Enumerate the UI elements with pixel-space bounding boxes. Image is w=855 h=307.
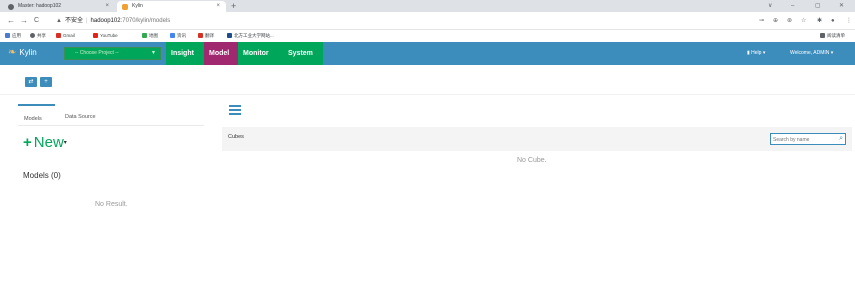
news-icon [170, 33, 175, 38]
security-label: 不安全 [64, 18, 83, 24]
bookmark-share[interactable]: 共享 [30, 30, 46, 42]
maps-icon [142, 33, 147, 38]
help-label: Help ▾ [751, 50, 766, 56]
gmail-icon [56, 33, 61, 38]
reading-list[interactable]: 阅读清单 [820, 30, 845, 42]
menu-icon[interactable]: ⋮ [846, 16, 852, 26]
browser-tab-master[interactable]: Master: hadoop102 × [3, 1, 115, 12]
book-icon: ▮ [747, 50, 750, 56]
forward-button[interactable]: → [20, 15, 28, 27]
share-icon[interactable]: ⊛ [787, 16, 792, 26]
app-header: ❧ Kylin -- Choose Project -- ▼ Insight Mo… [0, 42, 855, 65]
bookmark-apps[interactable]: 应用 [5, 30, 21, 42]
address-port: :7070 [120, 18, 136, 24]
reload-button[interactable]: C [34, 15, 39, 27]
close-icon[interactable]: × [216, 1, 220, 12]
reading-list-label: 阅读清单 [827, 33, 845, 38]
globe-icon [30, 33, 35, 38]
bookmarks-bar: 应用 共享 Gmail YouTube 地图 资讯 翻译 北方工业大学网站...… [0, 30, 855, 42]
key-icon[interactable]: ⊸ [759, 16, 764, 26]
sub-toolbar: ⇄ + [0, 65, 855, 95]
back-button[interactable]: ← [7, 15, 15, 27]
close-icon[interactable]: × [105, 1, 109, 12]
bookmark-university[interactable]: 北方工业大学网站... [227, 30, 274, 42]
apps-icon [5, 33, 10, 38]
user-menu[interactable]: Welcome, ADMIN ▾ [790, 42, 833, 65]
tab-label: Kylin [132, 3, 143, 9]
close-window-button[interactable]: ✕ [839, 0, 844, 12]
new-label: New [33, 134, 64, 151]
nav-insight[interactable]: Insight [166, 42, 204, 65]
cubes-empty-message: No Cube. [517, 157, 547, 164]
address-path: /kylin/models [135, 18, 171, 24]
warning-icon: ▲ [56, 18, 62, 24]
add-button[interactable]: + [40, 77, 52, 87]
new-button[interactable]: + New▾ [23, 134, 67, 152]
zoom-icon[interactable]: ⊕ [773, 16, 778, 26]
bookmark-label: 地图 [149, 33, 158, 38]
models-empty-message: No Result. [95, 201, 128, 208]
project-select-value: -- Choose Project -- [75, 50, 119, 56]
nav-monitor[interactable]: Monitor [238, 42, 283, 65]
profile-icon[interactable]: ● [831, 16, 835, 26]
bookmark-label: 资讯 [177, 33, 186, 38]
nav-model[interactable]: Model [204, 42, 238, 65]
bookmark-label: 北方工业大学网站... [234, 33, 274, 38]
address-bar[interactable]: ▲ 不安全 | hadoop102:7070/kylin/models [56, 15, 746, 27]
chevron-down-icon: ▼ [151, 50, 156, 56]
translate-icon [198, 33, 203, 38]
bookmark-youtube[interactable]: YouTube [93, 30, 118, 42]
bookmark-label: Gmail [63, 33, 75, 38]
plus-icon: + [23, 134, 32, 151]
models-count: Models (0) [23, 171, 61, 180]
logo-text: Kylin [19, 48, 37, 57]
nav-system[interactable]: System [283, 42, 323, 65]
address-host: hadoop102 [90, 18, 121, 24]
bookmark-translate[interactable]: 翻译 [198, 30, 214, 42]
extensions-icon[interactable]: ✱ [817, 16, 822, 26]
browser-tabstrip: Master: hadoop102 × Kylin × + ∨ – ▢ ✕ [0, 0, 855, 12]
bookmark-label: YouTube [100, 33, 118, 38]
kylin-favicon-icon [122, 4, 128, 10]
new-tab-button[interactable]: + [231, 0, 236, 12]
bookmark-label: 共享 [37, 33, 46, 38]
share-icon: ⇄ [28, 79, 34, 85]
tab-label: Master: hadoop102 [18, 3, 62, 9]
hamburger-menu-icon[interactable] [229, 105, 241, 115]
star-icon[interactable]: ☆ [801, 16, 806, 26]
share-button[interactable]: ⇄ [25, 77, 37, 87]
plus-icon: + [44, 79, 48, 85]
left-tabs: Models Data Source [18, 104, 204, 126]
cubes-title: Cubes [228, 134, 244, 140]
browser-tab-kylin[interactable]: Kylin × [117, 1, 226, 12]
caret-down-icon: ▾ [63, 140, 67, 146]
youtube-icon [93, 33, 98, 38]
cube-search: ⌕ [770, 133, 846, 145]
bookmark-maps[interactable]: 地图 [142, 30, 158, 42]
address-separator: | [85, 18, 88, 24]
bookmark-label: 应用 [12, 33, 21, 38]
tab-models[interactable]: Models [18, 104, 55, 126]
project-select[interactable]: -- Choose Project -- ▼ [64, 47, 161, 60]
cubes-panel: Cubes ⌕ [222, 127, 852, 151]
help-menu[interactable]: ▮ Help ▾ [747, 42, 765, 65]
minimize-button[interactable]: – [791, 0, 794, 12]
bookmark-news[interactable]: 资讯 [170, 30, 186, 42]
tab-data-source[interactable]: Data Source [65, 104, 96, 126]
kylin-logo[interactable]: ❧ Kylin [8, 47, 37, 59]
globe-icon [8, 4, 14, 10]
cube-search-input[interactable] [773, 135, 831, 144]
browser-toolbar: ← → C ▲ 不安全 | hadoop102:7070/kylin/models ⊸… [0, 12, 855, 30]
bookmark-label: 翻译 [205, 33, 214, 38]
maximize-button[interactable]: ▢ [815, 0, 821, 12]
university-icon [227, 33, 232, 38]
tab-search-icon[interactable]: ∨ [768, 0, 772, 12]
kylin-logo-icon: ❧ [8, 47, 17, 58]
search-icon[interactable]: ⌕ [839, 134, 843, 144]
reading-list-icon [820, 33, 825, 38]
bookmark-gmail[interactable]: Gmail [56, 30, 75, 42]
